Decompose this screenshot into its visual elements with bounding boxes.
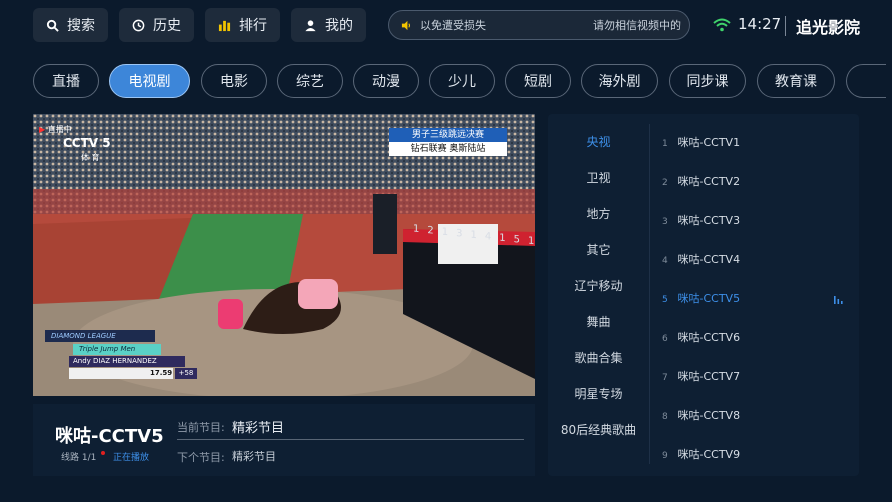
profile-label: 我的 (325, 18, 353, 34)
current-program: 精彩节目 (232, 421, 285, 436)
category-overseas[interactable]: 海外剧 (581, 64, 658, 98)
wifi-icon (713, 18, 731, 32)
channel-item[interactable]: 7 咪咕-CCTV7 (662, 368, 740, 384)
now-playing-icon (834, 296, 843, 304)
channel-item[interactable]: 2 咪咕-CCTV2 (662, 173, 740, 189)
group-cctv[interactable]: 央视 (548, 133, 649, 150)
channel-item-active[interactable]: 5 咪咕-CCTV5 (662, 290, 740, 306)
category-movie[interactable]: 电影 (201, 64, 267, 98)
header-divider (785, 16, 786, 36)
ranking-label: 排行 (239, 18, 267, 34)
group-other[interactable]: 其它 (548, 241, 649, 258)
notice-text-right: 请勿相信视频中的 (593, 19, 681, 32)
event-label: Triple Jump Men (73, 344, 161, 355)
history-label: 历史 (153, 18, 181, 34)
category-short-drama[interactable]: 短剧 (505, 64, 571, 98)
app-brand: 追光影院 (796, 18, 861, 37)
category-kids[interactable]: 少儿 (429, 64, 495, 98)
next-program: 精彩节目 (232, 450, 276, 463)
channel-item[interactable]: 1 咪咕-CCTV1 (662, 134, 740, 150)
group-local[interactable]: 地方 (548, 205, 649, 222)
status-dot (101, 451, 105, 455)
channel-item[interactable]: 9 咪咕-CCTV9 (662, 446, 740, 462)
result-value: 17.59 (150, 369, 173, 377)
notice-ticker: 以免遭受损失 请勿相信视频中的 (388, 10, 690, 40)
ranking-button[interactable]: 排行 (205, 8, 280, 42)
category-education[interactable]: 教育课 (757, 64, 835, 98)
current-program-label: 当前节目: (177, 421, 225, 434)
channel-panel: 央视 卫视 地方 其它 辽宁移动 舞曲 歌曲合集 明星专场 80后经典歌曲 1 … (548, 114, 859, 476)
profile-button[interactable]: 我的 (291, 8, 366, 42)
channel-item[interactable]: 3 咪咕-CCTV3 (662, 212, 740, 228)
clock-time: 14:27 (738, 15, 782, 33)
group-star-special[interactable]: 明星专场 (548, 385, 649, 402)
bar-chart-icon (218, 20, 231, 31)
search-label: 搜索 (67, 18, 95, 34)
group-80s-classics[interactable]: 80后经典歌曲 (548, 421, 649, 438)
video-player[interactable]: ▶ 直播中 CCTV 5 体 育 男子三级跳远决赛 钻石联赛 奥斯陆站 1213… (33, 114, 535, 396)
panel-divider (649, 124, 650, 464)
channel-item[interactable]: 6 咪咕-CCTV6 (662, 329, 740, 345)
group-satellite[interactable]: 卫视 (548, 169, 649, 186)
channel-item[interactable]: 4 咪咕-CCTV4 (662, 251, 740, 267)
category-more[interactable] (846, 64, 886, 98)
program-info: 咪咕-CCTV5 线路 1/1 正在播放 当前节目: 精彩节目 下个节目: 精彩… (33, 404, 535, 476)
playing-status: 正在播放 (113, 453, 150, 463)
event-banner-top: 男子三级跳远决赛 (389, 128, 507, 142)
category-tv-series[interactable]: 电视剧 (109, 64, 190, 98)
program-divider (177, 439, 524, 440)
channel-name: 咪咕-CCTV5 (55, 426, 164, 447)
group-song-collection[interactable]: 歌曲合集 (548, 349, 649, 366)
group-liaoning-mobile[interactable]: 辽宁移动 (548, 277, 649, 294)
user-icon (305, 19, 316, 31)
history-button[interactable]: 历史 (119, 8, 194, 42)
category-variety[interactable]: 综艺 (277, 64, 343, 98)
league-label: DIAMOND LEAGUE (45, 330, 155, 342)
result-diff: +58 (175, 368, 197, 379)
category-sync-class[interactable]: 同步课 (669, 64, 746, 98)
next-program-label: 下个节目: (177, 451, 225, 464)
athlete-name: Andy DIAZ HERNANDEZ (69, 356, 185, 367)
group-dance[interactable]: 舞曲 (548, 313, 649, 330)
category-anime[interactable]: 动漫 (353, 64, 419, 98)
channel-item[interactable]: 8 咪咕-CCTV8 (662, 407, 740, 423)
clock-icon (132, 19, 145, 31)
search-button[interactable]: 搜索 (33, 8, 108, 42)
live-label: 直播中 (47, 125, 72, 134)
cctv5-logo: CCTV 5 (63, 136, 111, 150)
search-icon (46, 19, 59, 32)
live-badge: ▶ 直播中 (39, 125, 72, 134)
category-live[interactable]: 直播 (33, 64, 99, 98)
speaker-icon (401, 20, 412, 31)
event-banner-bottom: 钻石联赛 奥斯陆站 (389, 142, 507, 156)
logo-subtitle: 体 育 (81, 153, 100, 162)
route-label: 线路 1/1 (61, 453, 97, 463)
notice-text-left: 以免遭受损失 (420, 19, 486, 32)
